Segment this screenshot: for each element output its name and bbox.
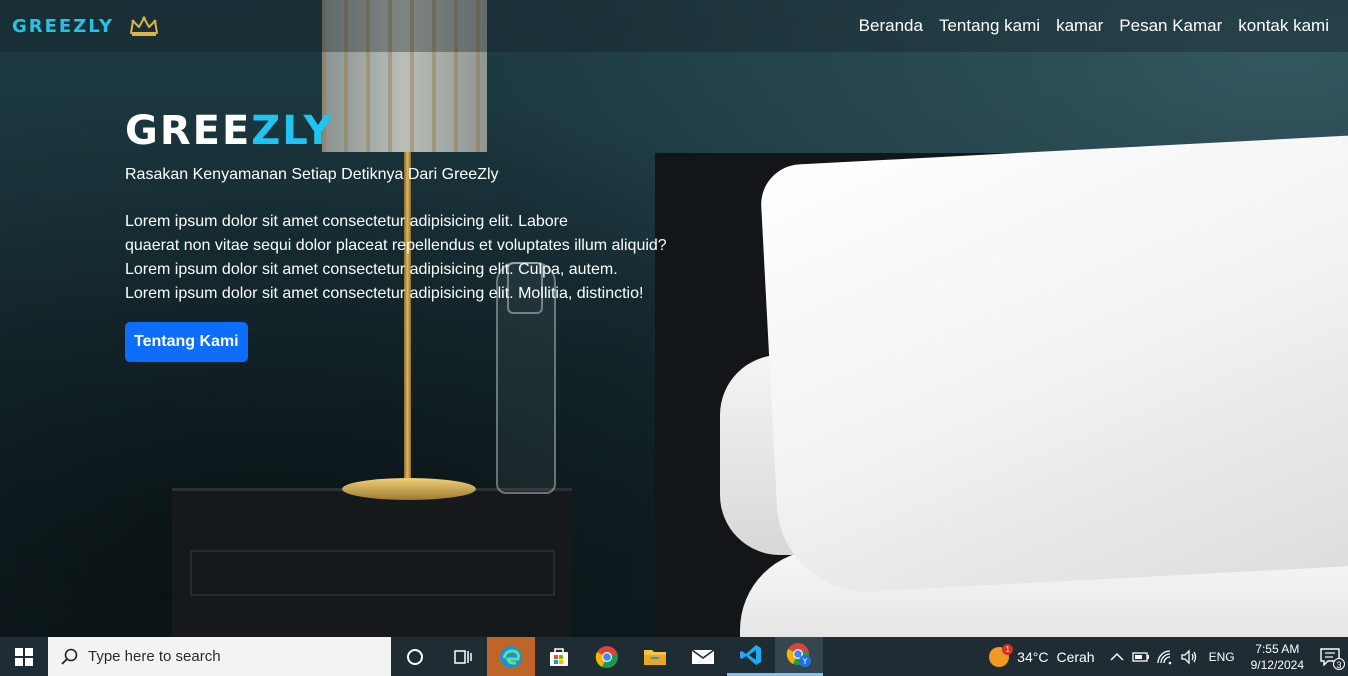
hero-content: GREEZLY Rasakan Kenyamanan Setiap Detikn…	[125, 108, 685, 362]
nav-link-tentang-kami[interactable]: Tentang kami	[939, 16, 1040, 36]
chevron-up-icon	[1110, 652, 1124, 661]
notification-count: 3	[1333, 658, 1345, 670]
weather-badge: 1	[1002, 643, 1014, 655]
nav-link-pesan-kamar[interactable]: Pesan Kamar	[1119, 16, 1222, 36]
taskbar-vscode[interactable]	[727, 637, 775, 676]
battery-icon	[1131, 651, 1149, 662]
clock[interactable]: 7:55 AM 9/12/2024	[1243, 641, 1312, 673]
brand[interactable]: GREEZLY	[12, 15, 160, 37]
wifi-icon	[1156, 649, 1171, 664]
lamp-base-image	[342, 478, 476, 500]
show-hidden-icons-button[interactable]	[1105, 637, 1129, 676]
nav-link-kamar[interactable]: kamar	[1056, 16, 1103, 36]
action-center-button[interactable]: 3	[1312, 637, 1348, 676]
taskbar-mail[interactable]	[679, 637, 727, 676]
nav-link-beranda[interactable]: Beranda	[859, 16, 923, 36]
weather-temp: 34°C	[1017, 648, 1049, 665]
volume-button[interactable]	[1177, 637, 1201, 676]
vscode-icon	[740, 645, 761, 665]
nav-link-kontak-kami[interactable]: kontak kami	[1238, 16, 1329, 36]
folder-icon	[644, 649, 666, 665]
navbar: GREEZLY Beranda Tentang kami kamar Pesan…	[0, 0, 1348, 52]
clock-date: 9/12/2024	[1250, 657, 1304, 672]
sun-icon: 1	[989, 643, 1014, 667]
network-button[interactable]	[1153, 637, 1177, 676]
hero-paragraph: Lorem ipsum dolor sit amet consectetur a…	[125, 210, 685, 306]
tentang-kami-button[interactable]: Tentang Kami	[125, 322, 248, 362]
taskbar: Type here to search Y 1 34°C Cerah ENG 7…	[0, 637, 1348, 676]
taskbar-search-box[interactable]: Type here to search	[48, 637, 391, 676]
clock-time: 7:55 AM	[1255, 641, 1300, 656]
weather-desc: Cerah	[1056, 648, 1095, 665]
weather-widget[interactable]: 1 34°C Cerah	[979, 643, 1104, 667]
hero-title-part1: GREE	[125, 108, 252, 154]
svg-text:Y: Y	[802, 657, 808, 666]
hero-paragraph-line: quaerat non vitae sequi dolor placeat re…	[125, 237, 667, 254]
speaker-icon	[1180, 648, 1196, 665]
hero-paragraph-line: Lorem ipsum dolor sit amet consectetur a…	[125, 285, 644, 302]
system-tray: 1 34°C Cerah ENG 7:55 AM 9/12/2024 3	[979, 637, 1348, 676]
taskbar-chrome-profile[interactable]: Y	[775, 637, 823, 676]
task-view-icon	[454, 649, 472, 664]
mail-icon	[691, 648, 715, 664]
start-button[interactable]	[0, 637, 48, 676]
hero-title-part2: ZLY	[251, 108, 335, 154]
search-placeholder: Type here to search	[88, 648, 221, 665]
nav-links: Beranda Tentang kami kamar Pesan Kamar k…	[859, 16, 1336, 36]
store-bag-icon	[550, 647, 568, 666]
chrome-profile-icon: Y	[786, 643, 811, 667]
language-indicator[interactable]: ENG	[1201, 650, 1243, 664]
crown-icon	[129, 16, 158, 36]
taskbar-edge[interactable]	[487, 637, 535, 676]
battery-button[interactable]	[1129, 637, 1153, 676]
hero-tagline: Rasakan Kenyamanan Setiap Detiknya Dari …	[125, 166, 499, 183]
pillow-image	[759, 134, 1348, 596]
hero-title: GREEZLY	[125, 108, 685, 154]
search-icon	[61, 648, 78, 665]
task-view-button[interactable]	[439, 637, 487, 676]
cortana-circle-icon	[407, 648, 423, 665]
taskbar-store[interactable]	[535, 637, 583, 676]
nightstand-shelf	[190, 550, 555, 596]
windows-logo-icon	[15, 647, 33, 666]
taskbar-chrome[interactable]	[583, 637, 631, 676]
chrome-icon	[595, 645, 618, 668]
brand-logo-text[interactable]: GREEZLY	[12, 16, 114, 37]
taskbar-file-explorer[interactable]	[631, 637, 679, 676]
edge-icon	[500, 645, 522, 668]
hero-paragraph-line: Lorem ipsum dolor sit amet consectetur a…	[125, 213, 568, 230]
cortana-button[interactable]	[391, 637, 439, 676]
hero-paragraph-line: Lorem ipsum dolor sit amet consectetur a…	[125, 261, 618, 278]
